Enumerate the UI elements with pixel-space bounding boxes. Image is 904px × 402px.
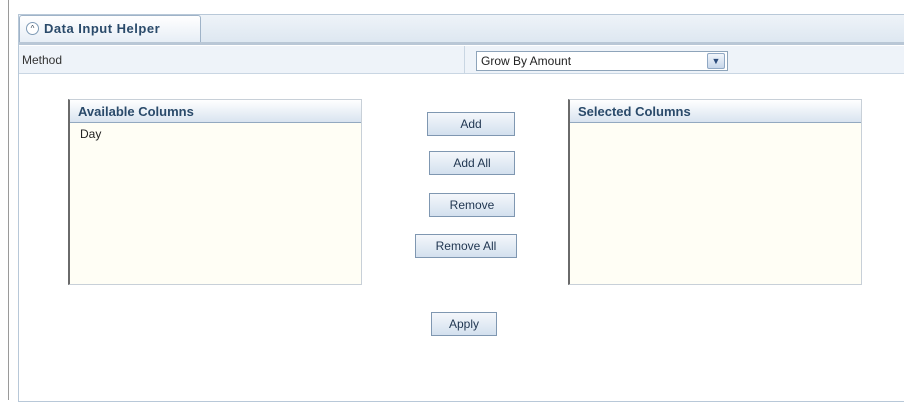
selected-columns-list[interactable]: Selected Columns xyxy=(568,99,862,285)
add-all-button[interactable]: Add All xyxy=(429,151,515,175)
method-column-divider xyxy=(464,46,465,73)
panel-header-tab[interactable]: ^ Data Input Helper xyxy=(19,15,201,42)
available-columns-body[interactable]: Day xyxy=(70,123,361,284)
chevron-down-icon[interactable]: ▼ xyxy=(707,53,725,69)
list-item[interactable]: Day xyxy=(70,123,361,141)
remove-all-button[interactable]: Remove All xyxy=(415,234,517,258)
panel-header: ^ Data Input Helper xyxy=(19,15,904,45)
remove-button[interactable]: Remove xyxy=(429,193,515,217)
add-button[interactable]: Add xyxy=(427,112,515,136)
data-input-helper-panel: ^ Data Input Helper Method Grow By Amoun… xyxy=(18,14,904,402)
selected-columns-body[interactable] xyxy=(570,123,861,284)
selected-columns-title: Selected Columns xyxy=(578,104,691,119)
method-select-value: Grow By Amount xyxy=(481,54,572,68)
apply-button[interactable]: Apply xyxy=(431,312,497,336)
available-columns-header: Available Columns xyxy=(70,100,361,123)
selected-columns-header: Selected Columns xyxy=(570,100,861,123)
method-row: Method Grow By Amount ▼ xyxy=(19,46,904,74)
header-divider xyxy=(19,42,904,45)
collapse-up-icon[interactable]: ^ xyxy=(26,22,39,35)
panel-title: Data Input Helper xyxy=(44,21,161,36)
page-left-border xyxy=(8,0,9,400)
method-select[interactable]: Grow By Amount ▼ xyxy=(476,51,728,71)
available-columns-title: Available Columns xyxy=(78,104,194,119)
available-columns-list[interactable]: Available Columns Day xyxy=(68,99,362,285)
method-label: Method xyxy=(22,53,63,67)
